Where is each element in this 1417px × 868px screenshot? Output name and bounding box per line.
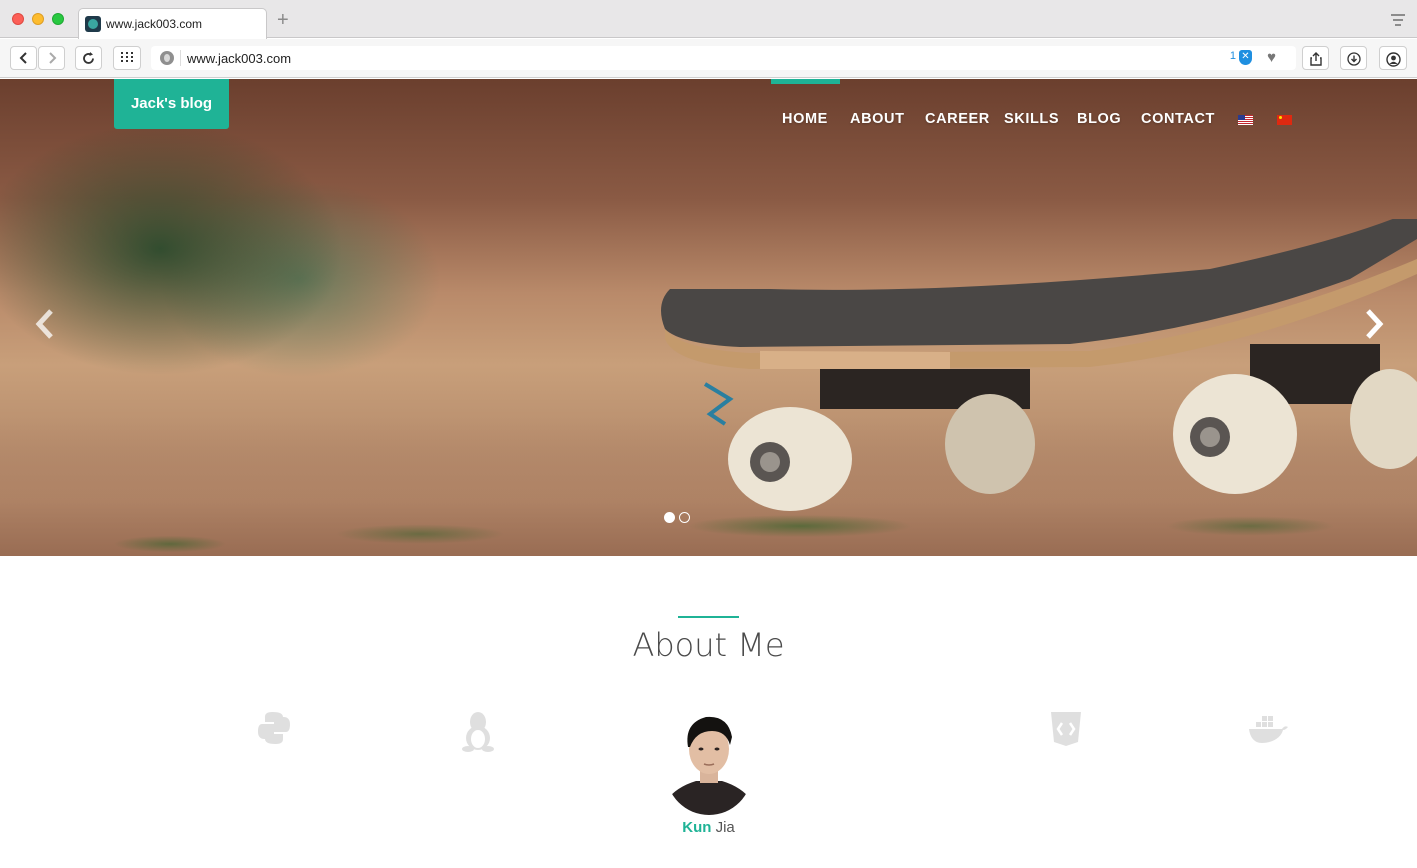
share-icon [1309, 52, 1322, 66]
forward-arrow-icon [48, 52, 56, 64]
reload-icon [83, 52, 94, 64]
back-arrow-icon [19, 52, 27, 64]
html5-icon [1051, 712, 1081, 746]
address-bar-divider [180, 50, 181, 66]
reload-button[interactable] [75, 46, 102, 70]
hero-carousel: Jack's blog HOME ABOUT CAREER SKILLS BLO… [0, 79, 1417, 556]
site-info-icon[interactable] [160, 51, 174, 65]
nav-about[interactable]: ABOUT [850, 111, 905, 127]
carousel-dot-1[interactable] [664, 512, 675, 523]
address-bar[interactable]: www.jack003.com 1 ✕ ♥ [151, 46, 1296, 70]
close-window-button[interactable] [12, 13, 24, 25]
carousel-dot-2[interactable] [679, 512, 690, 523]
carousel-indicators [664, 510, 694, 528]
site-favicon-icon [85, 16, 101, 32]
carousel-next-icon[interactable] [1360, 307, 1386, 341]
profile-avatar [666, 709, 752, 815]
user-icon [1385, 52, 1401, 67]
nav-career[interactable]: CAREER [925, 111, 990, 127]
skateboard-image [661, 219, 1417, 511]
ad-blocker-shield-icon[interactable]: ✕ [1239, 50, 1252, 65]
account-button[interactable] [1379, 46, 1407, 70]
share-button[interactable] [1302, 46, 1329, 70]
tab-overview-icon[interactable] [1391, 14, 1405, 26]
browser-tab[interactable]: www.jack003.com [78, 8, 267, 39]
carousel-prev-icon[interactable] [33, 307, 59, 341]
maximize-window-button[interactable] [52, 13, 64, 25]
bookmark-heart-icon[interactable]: ♥ [1267, 49, 1276, 66]
browser-toolbar: www.jack003.com 1 ✕ ♥ [0, 39, 1417, 78]
python-icon [258, 712, 290, 744]
nav-blog[interactable]: BLOG [1077, 111, 1121, 127]
site-brand[interactable]: Jack's blog [114, 79, 229, 129]
back-button[interactable] [10, 46, 37, 70]
minimize-window-button[interactable] [32, 13, 44, 25]
downloads-button[interactable] [1340, 46, 1367, 70]
forward-button[interactable] [38, 46, 65, 70]
nav-home[interactable]: HOME [782, 111, 828, 127]
new-tab-button[interactable]: + [277, 10, 289, 30]
tab-title: www.jack003.com [106, 17, 203, 31]
about-section-title: About Me [632, 626, 785, 664]
grid-icon [121, 52, 133, 62]
nav-contact[interactable]: CONTACT [1141, 111, 1215, 127]
profile-name: Kun Jia [0, 819, 1417, 836]
section-title-accent [678, 616, 739, 618]
browser-titlebar: www.jack003.com + [0, 0, 1417, 39]
profile-first-name: Kun [682, 819, 712, 836]
linux-icon [462, 712, 494, 752]
nav-active-indicator [771, 79, 840, 84]
speed-dial-button[interactable] [113, 46, 141, 70]
docker-icon [1249, 716, 1288, 743]
profile-last-name: Jia [715, 819, 735, 836]
extension-badge-count: 1 [1229, 50, 1236, 62]
us-flag-icon[interactable] [1238, 115, 1253, 125]
nav-skills[interactable]: SKILLS [1004, 111, 1059, 127]
cn-flag-icon[interactable] [1277, 115, 1292, 125]
download-icon [1346, 52, 1361, 66]
url-text[interactable]: www.jack003.com [187, 51, 291, 66]
